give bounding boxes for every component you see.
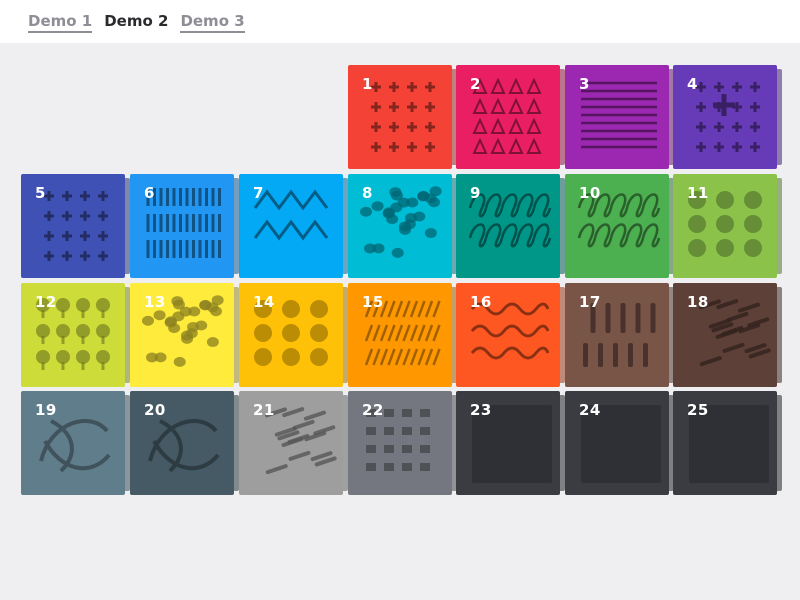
tile-25[interactable]: 25 <box>673 391 782 495</box>
tile-15[interactable]: 15 <box>348 283 457 387</box>
tile-face: 13 <box>130 283 234 387</box>
tile-grid: 1 2 3 4 5 6 7 8 9 10 11 12 13 14 15 16 17 18 19 20 21 22 23 24 2… <box>0 0 800 600</box>
tile-13[interactable]: 13 <box>130 283 239 387</box>
tile-number: 1 <box>362 75 373 93</box>
tile-5[interactable]: 5 <box>21 174 130 278</box>
tile-number: 16 <box>470 293 492 311</box>
tile-face: 25 <box>673 391 777 495</box>
tile-21[interactable]: 21 <box>239 391 348 495</box>
tile-number: 9 <box>470 184 481 202</box>
tile-17[interactable]: 17 <box>565 283 674 387</box>
tile-9[interactable]: 9 <box>456 174 565 278</box>
tile-number: 4 <box>687 75 698 93</box>
tile-face: 10 <box>565 174 669 278</box>
tile-23[interactable]: 23 <box>456 391 565 495</box>
tile-number: 18 <box>687 293 709 311</box>
tile-face: 17 <box>565 283 669 387</box>
tile-22[interactable]: 22 <box>348 391 457 495</box>
tile-number: 23 <box>470 401 492 419</box>
tile-19[interactable]: 19 <box>21 391 130 495</box>
tile-number: 25 <box>687 401 709 419</box>
tile-face: 11 <box>673 174 777 278</box>
tile-number: 6 <box>144 184 155 202</box>
tile-6[interactable]: 6 <box>130 174 239 278</box>
tile-10[interactable]: 10 <box>565 174 674 278</box>
tile-face: 12 <box>21 283 125 387</box>
tile-face: 19 <box>21 391 125 495</box>
tile-face: 8 <box>348 174 452 278</box>
tile-face: 18 <box>673 283 777 387</box>
tile-face: 7 <box>239 174 343 278</box>
tile-3[interactable]: 3 <box>565 65 674 169</box>
tile-side-shade <box>777 287 782 383</box>
tile-1[interactable]: 1 <box>348 65 457 169</box>
tile-12[interactable]: 12 <box>21 283 130 387</box>
tile-face: 16 <box>456 283 560 387</box>
tile-face: 2 <box>456 65 560 169</box>
tile-face: 14 <box>239 283 343 387</box>
tile-face: 1 <box>348 65 452 169</box>
tile-face: 15 <box>348 283 452 387</box>
tile-2[interactable]: 2 <box>456 65 565 169</box>
tile-number: 14 <box>253 293 275 311</box>
tile-face: 6 <box>130 174 234 278</box>
tile-number: 20 <box>144 401 166 419</box>
tile-side-shade <box>777 69 782 165</box>
tile-18[interactable]: 18 <box>673 283 782 387</box>
tile-face: 3 <box>565 65 669 169</box>
tile-20[interactable]: 20 <box>130 391 239 495</box>
tile-face: 20 <box>130 391 234 495</box>
tile-number: 12 <box>35 293 57 311</box>
tile-face: 21 <box>239 391 343 495</box>
tile-number: 24 <box>579 401 601 419</box>
tile-number: 10 <box>579 184 601 202</box>
tile-number: 15 <box>362 293 384 311</box>
tile-number: 5 <box>35 184 46 202</box>
tile-7[interactable]: 7 <box>239 174 348 278</box>
tile-face: 4 <box>673 65 777 169</box>
tile-face: 9 <box>456 174 560 278</box>
tile-face: 23 <box>456 391 560 495</box>
tile-24[interactable]: 24 <box>565 391 674 495</box>
tile-16[interactable]: 16 <box>456 283 565 387</box>
tile-8[interactable]: 8 <box>348 174 457 278</box>
tile-number: 2 <box>470 75 481 93</box>
tile-number: 22 <box>362 401 384 419</box>
tile-face: 5 <box>21 174 125 278</box>
tile-number: 21 <box>253 401 275 419</box>
tile-number: 11 <box>687 184 709 202</box>
tile-number: 8 <box>362 184 373 202</box>
tile-number: 13 <box>144 293 166 311</box>
tile-number: 3 <box>579 75 590 93</box>
tile-side-shade <box>777 178 782 274</box>
tile-number: 17 <box>579 293 601 311</box>
tile-11[interactable]: 11 <box>673 174 782 278</box>
tile-number: 19 <box>35 401 57 419</box>
tile-14[interactable]: 14 <box>239 283 348 387</box>
tile-face: 22 <box>348 391 452 495</box>
tile-face: 24 <box>565 391 669 495</box>
tile-side-shade <box>777 395 782 491</box>
tile-4[interactable]: 4 <box>673 65 782 169</box>
tile-number: 7 <box>253 184 264 202</box>
